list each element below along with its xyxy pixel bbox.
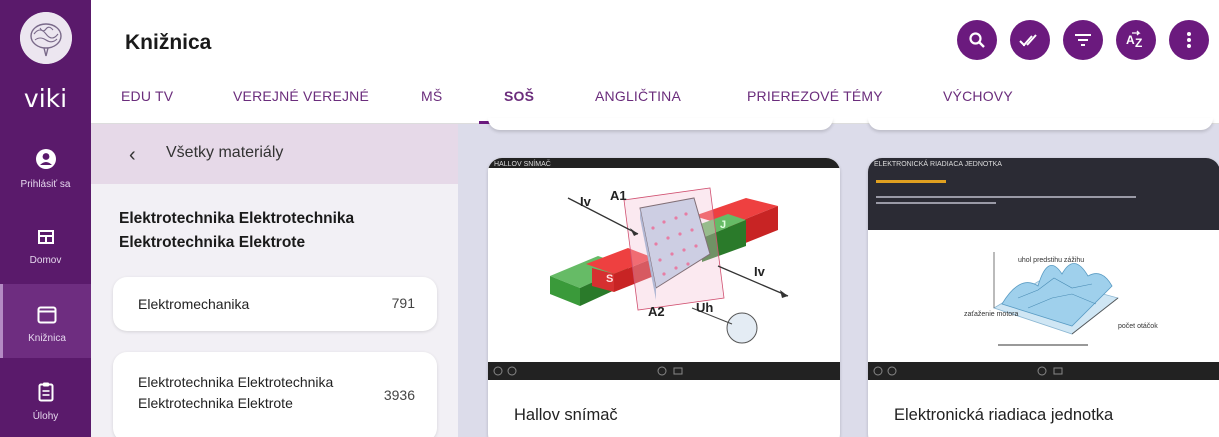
chevron-left-icon: ‹ [129,144,136,166]
thumb-label: Uh [696,300,713,315]
back-to-all-materials[interactable]: ‹ Všetky materiály [91,124,458,184]
account-circle-icon [35,149,56,169]
player-controls[interactable] [488,362,840,380]
sort-button[interactable]: A Z [1116,20,1156,60]
card-stub [868,118,1213,130]
video-thumbnail: ELEKTRONICKÁ RIADIACA JEDNOTKA uhol pred… [868,158,1219,380]
video-grid: HALLOV SNÍMAČ Iv A1 Iv A2 Uh S J Hallov … [458,118,1219,437]
thumb-label: J [720,219,726,231]
video-card[interactable]: ELEKTRONICKÁ RIADIACA JEDNOTKA uhol pred… [868,158,1219,437]
tab-ms[interactable]: MŠ [421,88,442,104]
rail-item-label: Úlohy [32,411,59,422]
video-card[interactable]: HALLOV SNÍMAČ Iv A1 Iv A2 Uh S J Hallov … [488,158,840,437]
done-all-icon [1019,34,1037,47]
video-title: Elektronická riadiaca jednotka [894,406,1114,424]
rail-item-login[interactable]: Prihlásiť sa [0,148,91,192]
more-button[interactable] [1169,20,1209,60]
app-header: Knižnica A Z EDU TV VEREJNÉ VEREJNÉ MŠ S… [91,0,1219,124]
thumb-label: A1 [610,188,627,203]
rail-item-label: Knižnica [28,333,66,344]
home-grid-icon [37,230,54,244]
thumb-label: S [606,273,613,285]
thumb-caption: ELEKTRONICKÁ RIADIACA JEDNOTKA [874,159,1002,168]
video-thumbnail: HALLOV SNÍMAČ Iv A1 Iv A2 Uh S J [488,158,840,380]
category-title: Elektrotechnika Elektrotechnika Elektrot… [119,210,355,251]
rail-item-home[interactable]: Domov [0,228,91,268]
list-item-name: Elektrotechnika Elektrotechnika Elektrot… [138,374,334,411]
tab-vychovy[interactable]: VÝCHOVY [943,88,1013,104]
page-title: Knižnica [125,31,212,54]
filter-icon [1075,34,1091,46]
thumb-label: uhol predstihu zážihu [1018,257,1084,264]
list-item-count: 791 [391,295,415,311]
rail-item-library[interactable]: Knižnica [0,284,91,358]
list-item-name: Elektromechanika [138,296,250,312]
video-title: Hallov snímač [514,406,618,424]
logo[interactable] [20,12,72,64]
more-vert-icon [1187,32,1191,48]
rail-item-label: Prihlásiť sa [20,179,71,190]
brain-logo-icon [20,12,72,64]
back-label: Všetky materiály [166,144,284,161]
svg-text:A: A [1126,33,1135,47]
navigation-rail: viki Prihlásiť sa Domov Knižnica Úlohy [0,0,91,437]
card-stub [488,118,833,130]
player-controls[interactable] [868,362,1219,380]
category-panel: ‹ Všetky materiály Elektrotechnika Elekt… [91,124,458,437]
thumb-label: Iv [580,194,592,209]
list-item-elektromechanika[interactable]: Elektromechanika 791 [113,277,437,331]
app: viki Prihlásiť sa Domov Knižnica Úlohy K… [0,0,1219,437]
thumb-label: A2 [648,304,665,319]
list-item-elektrotechnika[interactable]: Elektrotechnika Elektrotechnika Elektrot… [113,352,437,437]
tab-edu-tv[interactable]: EDU TV [121,88,173,104]
tab-anglictina[interactable]: ANGLIČTINA [595,88,681,104]
svg-text:Z: Z [1135,36,1142,50]
thumb-label: Iv [754,264,766,279]
tab-prierezove-temy[interactable]: PRIEREZOVÉ TÉMY [747,88,883,104]
filter-button[interactable] [1063,20,1103,60]
brand-name: viki [23,84,68,113]
thumb-label: zaťaženie motora [964,311,1018,318]
thumb-label: počet otáčok [1118,323,1158,330]
tab-verejne[interactable]: VEREJNÉ VEREJNÉ [233,88,369,104]
clipboard-icon [38,382,53,402]
library-window-icon [37,306,57,324]
tab-sos[interactable]: SOŠ [504,88,534,104]
search-button[interactable] [957,20,997,60]
rail-item-tasks[interactable]: Úlohy [0,382,91,424]
search-icon [969,32,985,48]
thumb-caption: HALLOV SNÍMAČ [494,159,551,168]
mark-all-button[interactable] [1010,20,1050,60]
list-item-count: 3936 [383,387,415,403]
rail-item-label: Domov [29,255,62,266]
sort-az-icon: A Z [1126,30,1142,50]
